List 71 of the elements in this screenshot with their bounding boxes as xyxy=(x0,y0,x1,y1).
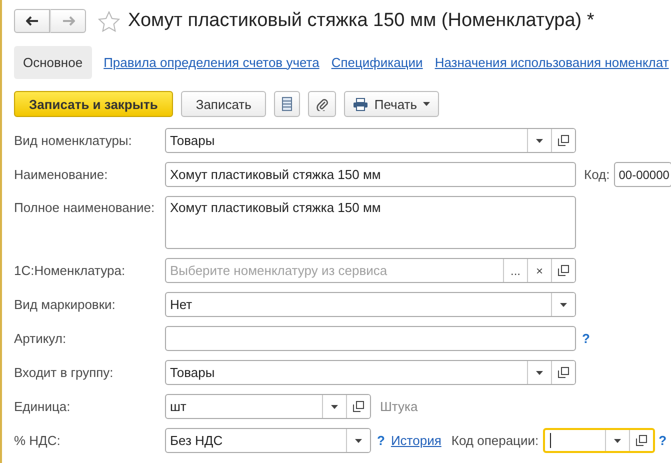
input-field[interactable]: Без НДС xyxy=(165,428,371,453)
open-button[interactable] xyxy=(551,361,575,384)
back-button[interactable] xyxy=(14,9,50,33)
field-value: шт xyxy=(169,398,188,416)
open-icon xyxy=(558,367,569,378)
arrow-icon xyxy=(26,16,38,26)
unit-hint: Штука xyxy=(380,399,418,414)
field-value: Без НДС xyxy=(169,432,224,450)
tab[interactable]: Спецификации xyxy=(331,54,423,70)
save-button[interactable]: Записать xyxy=(180,91,266,117)
field-label: 1С:Номенклатура: xyxy=(14,263,126,278)
input-field[interactable]: Товары xyxy=(165,128,576,153)
dropdown-icon xyxy=(560,302,567,306)
save-close-button[interactable]: Записать и закрыть xyxy=(14,91,173,117)
open-icon xyxy=(558,265,569,276)
field-label: Полное наименование: xyxy=(14,199,156,215)
dropdown-icon xyxy=(423,102,430,106)
tab[interactable]: Основное xyxy=(14,46,92,78)
open-button[interactable] xyxy=(551,129,575,152)
field-value: Хомут пластиковый стяжка 150 мм xyxy=(169,199,382,215)
open-button[interactable] xyxy=(628,430,653,451)
help-link[interactable]: ? xyxy=(582,331,590,346)
history-link[interactable]: История xyxy=(390,433,442,448)
field-label: Наименование: xyxy=(14,167,109,182)
input-field[interactable]: Товары xyxy=(165,360,576,385)
dropdown-icon xyxy=(614,438,621,442)
list-button[interactable] xyxy=(274,91,300,117)
dropdown-button[interactable] xyxy=(346,429,370,452)
input-field[interactable]: Нет xyxy=(165,292,576,317)
input-field[interactable]: Выберите номенклатуру из сервиса ... × xyxy=(165,258,576,283)
input-field[interactable]: 00-00000 xyxy=(614,162,671,187)
star-icon[interactable] xyxy=(98,10,120,32)
list-icon xyxy=(282,97,292,111)
open-button[interactable] xyxy=(551,259,575,282)
field-placeholder: Выберите номенклатуру из сервиса xyxy=(169,262,388,280)
field-label: Вид маркировки: xyxy=(14,297,116,312)
input-field[interactable]: Хомут пластиковый стяжка 150 мм xyxy=(165,162,576,187)
input-field[interactable] xyxy=(165,326,576,351)
help-link[interactable]: ? xyxy=(658,433,667,448)
dropdown-icon xyxy=(536,370,543,374)
paperclip-icon xyxy=(316,97,328,111)
text-cursor xyxy=(550,433,551,448)
field-label: Входит в группу: xyxy=(14,365,114,380)
dropdown-icon xyxy=(355,438,362,442)
printer-icon xyxy=(353,98,368,110)
field-value: Нет xyxy=(169,296,194,314)
print-button[interactable]: Печать xyxy=(344,91,439,117)
dropdown-button[interactable] xyxy=(551,293,575,316)
input-field[interactable] xyxy=(542,428,655,453)
field-label: Код операции: xyxy=(451,433,539,448)
field-label: Единица: xyxy=(14,399,72,414)
dropdown-icon xyxy=(536,138,543,142)
attach-button[interactable] xyxy=(308,91,336,117)
field-label: % НДС: xyxy=(14,433,62,448)
field-label: Код: xyxy=(584,167,610,182)
dropdown-icon xyxy=(331,404,338,408)
field-value: Товары xyxy=(169,132,216,150)
open-icon xyxy=(353,401,364,412)
open-icon xyxy=(636,435,647,446)
arrow-icon xyxy=(62,16,74,26)
window-title: Хомут пластиковый стяжка 150 мм (Номенклатура) * xyxy=(128,10,594,32)
help-link[interactable]: ? xyxy=(377,433,385,448)
tab[interactable]: Правила определения счетов учета xyxy=(104,54,320,70)
field-label: Вид номенклатуры: xyxy=(14,133,133,148)
input-field[interactable]: шт xyxy=(165,394,371,419)
text-area[interactable]: Хомут пластиковый стяжка 150 мм xyxy=(165,196,576,249)
open-icon xyxy=(558,135,569,146)
open-button[interactable] xyxy=(346,395,370,418)
field-label: Артикул: xyxy=(14,331,68,346)
tab[interactable]: Назначения использования номенклат xyxy=(434,54,669,70)
field-value: Товары xyxy=(169,364,216,382)
